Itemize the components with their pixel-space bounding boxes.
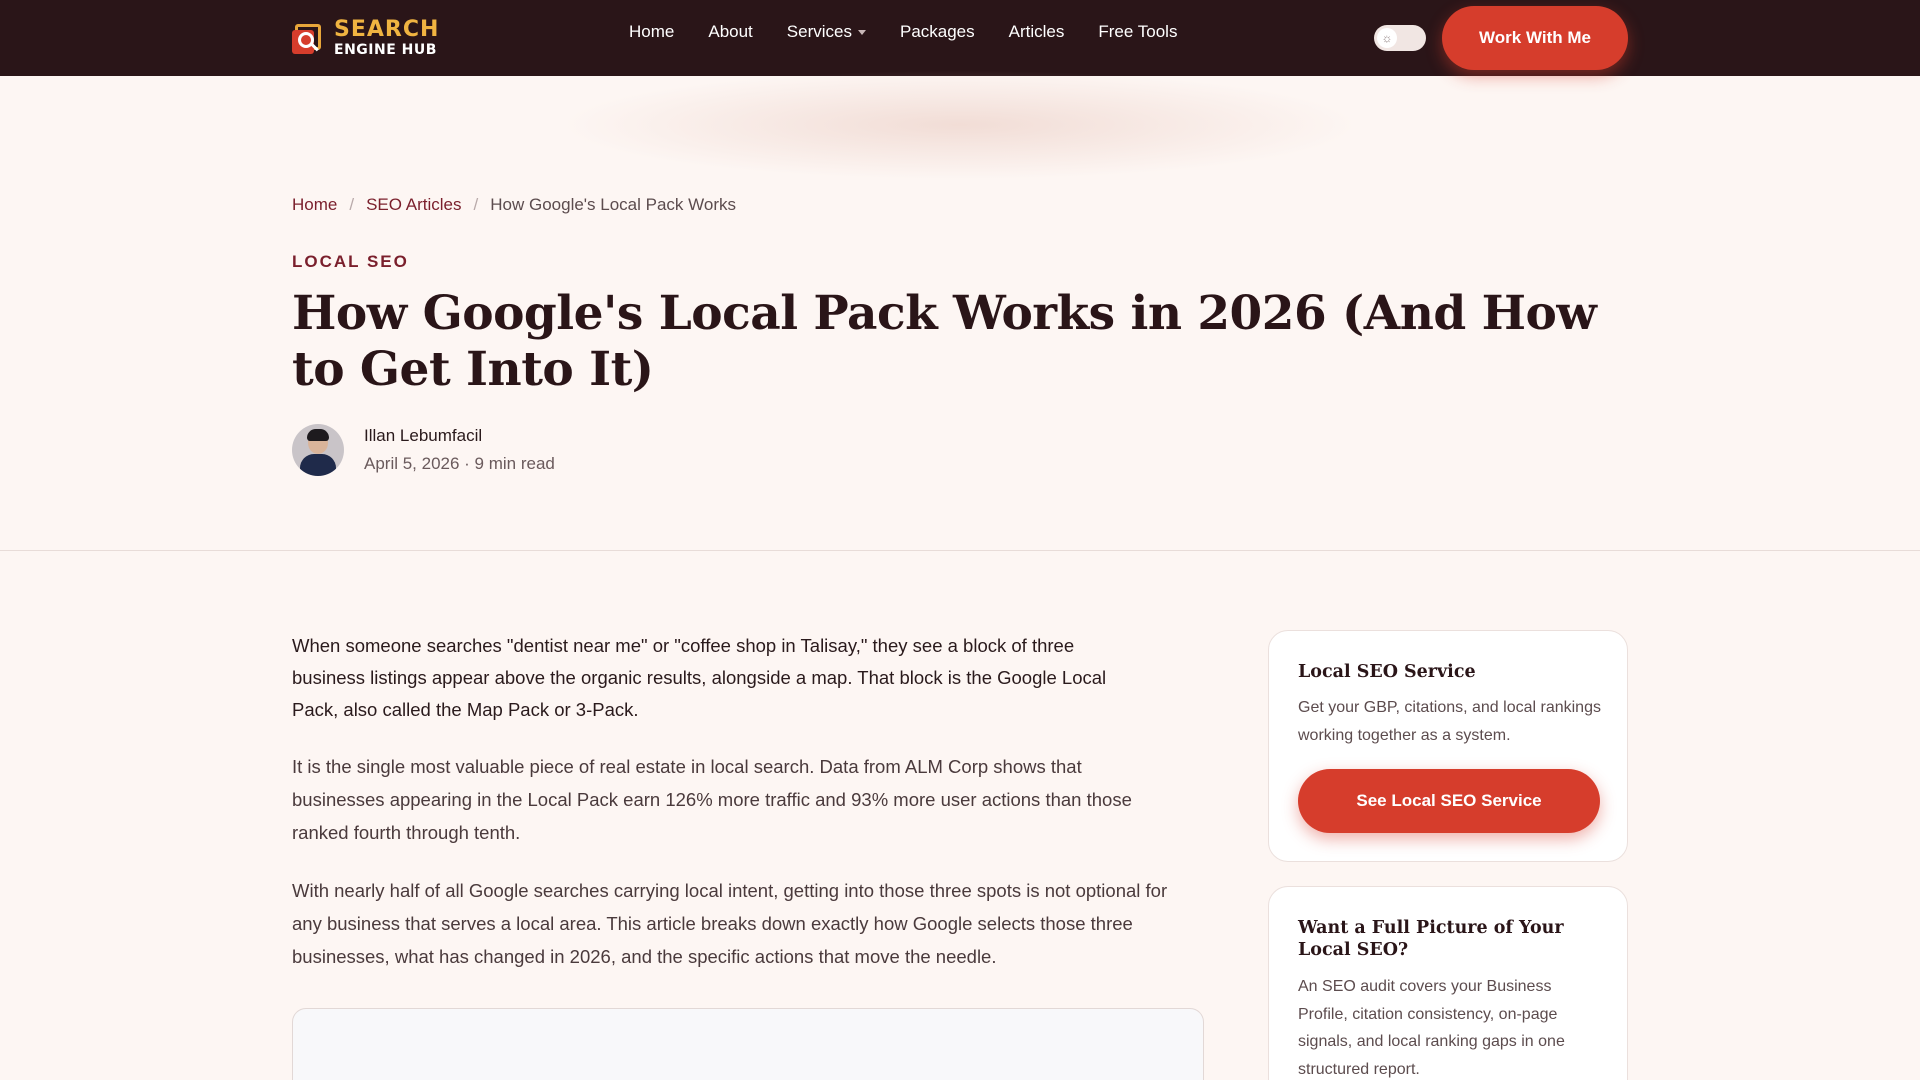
- article-paragraph: When someone searches "dentist near me" …: [292, 635, 1107, 720]
- author-info: Illan Lebumfacil April 5, 2026 · 9 min r…: [364, 426, 555, 474]
- top-navigation: SEARCH ENGINE HUB Home About Services Pa…: [0, 0, 1920, 76]
- logo-icon: [292, 18, 328, 58]
- breadcrumb-home[interactable]: Home: [292, 195, 337, 215]
- article-category: LOCAL SEO: [292, 252, 409, 271]
- breadcrumb-separator: /: [349, 195, 355, 214]
- breadcrumb: Home / SEO Articles / How Google's Local…: [292, 195, 736, 215]
- breadcrumb-separator: /: [473, 195, 479, 214]
- logo-line2: ENGINE HUB: [334, 42, 437, 58]
- article-media-placeholder: [292, 1008, 1204, 1080]
- breadcrumb-seo-articles[interactable]: SEO Articles: [366, 195, 461, 215]
- see-local-seo-service-button[interactable]: See Local SEO Service: [1298, 769, 1600, 833]
- theme-toggle[interactable]: ☼: [1374, 25, 1426, 51]
- sun-icon: ☼: [1377, 28, 1397, 48]
- hero-background-glow: [560, 70, 1360, 180]
- author-name: Illan Lebumfacil: [364, 426, 483, 445]
- nav-services-dropdown[interactable]: Services: [787, 22, 866, 42]
- nav-packages-link[interactable]: Packages: [900, 22, 975, 42]
- nav-about-link[interactable]: About: [708, 22, 752, 42]
- site-logo[interactable]: SEARCH ENGINE HUB: [292, 14, 439, 62]
- seo-audit-card: Want a Full Picture of Your Local SEO? A…: [1268, 886, 1628, 1080]
- card-title: Local SEO Service: [1298, 662, 1476, 682]
- avatar: [292, 424, 344, 476]
- hero-divider: [0, 550, 1920, 551]
- article-meta: April 5, 2026 · 9 min read: [364, 454, 555, 473]
- card-description: Get your GBP, citations, and local ranki…: [1298, 699, 1601, 744]
- page-title: How Google's Local Pack Works in 2026 (A…: [292, 286, 1597, 397]
- nav-home-link[interactable]: Home: [629, 22, 674, 42]
- card-description: An SEO audit covers your Business Profil…: [1298, 978, 1565, 1078]
- main-menu: Home About Services Packages Articles Fr…: [629, 0, 1211, 64]
- author-byline: Illan Lebumfacil April 5, 2026 · 9 min r…: [292, 424, 555, 476]
- chevron-down-icon: [857, 29, 866, 35]
- article-paragraph: It is the single most valuable piece of …: [292, 756, 1132, 843]
- article-paragraph: With nearly half of all Google searches …: [292, 880, 1168, 967]
- nav-services-label: Services: [786, 22, 852, 41]
- nav-articles-link[interactable]: Articles: [1009, 22, 1065, 42]
- card-title: Want a Full Picture of Your Local SEO?: [1298, 918, 1564, 960]
- logo-wordmark: SEARCH ENGINE HUB: [334, 17, 440, 58]
- article-body: When someone searches "dentist near me" …: [292, 630, 1172, 998]
- breadcrumb-current: How Google's Local Pack Works: [490, 195, 737, 214]
- logo-line1: SEARCH: [334, 17, 440, 42]
- nav-free-tools-link[interactable]: Free Tools: [1098, 22, 1177, 42]
- work-with-me-button[interactable]: Work With Me: [1442, 6, 1628, 70]
- local-seo-service-card: Local SEO Service Get your GBP, citation…: [1268, 630, 1628, 862]
